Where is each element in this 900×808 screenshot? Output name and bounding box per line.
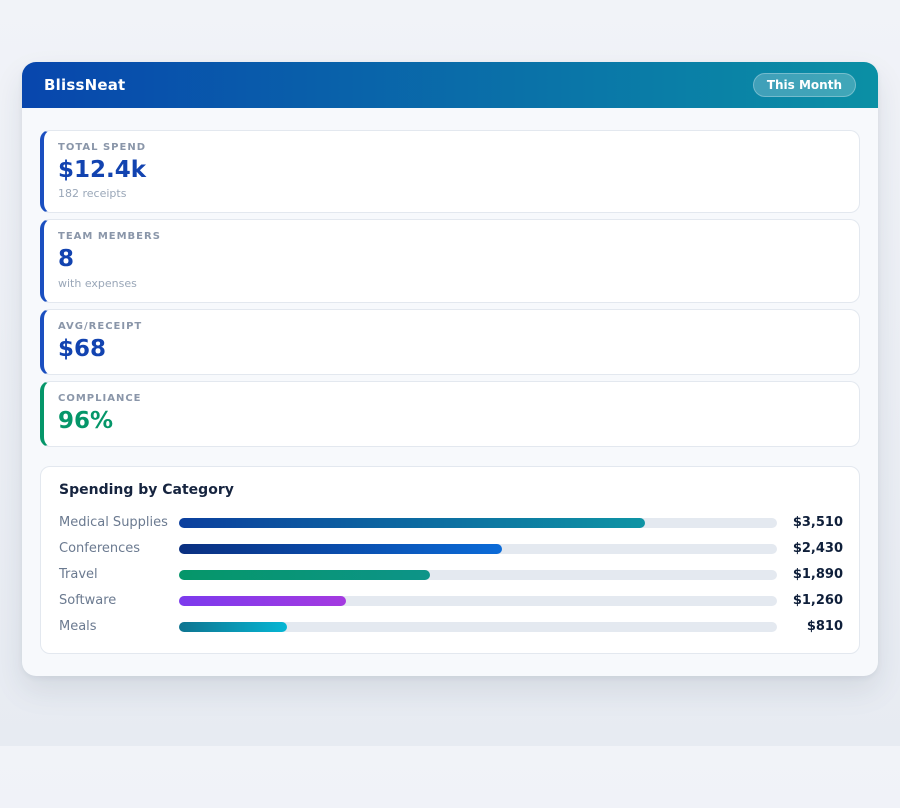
category-label: Software [59,593,171,608]
bar-fill [179,570,430,580]
stat-card-team-members: TEAM MEMBERS 8 with expenses [40,219,860,302]
app-header: BlissNeat This Month [22,62,878,108]
bar-fill [179,518,645,528]
stat-subtext: 182 receipts [58,187,841,200]
chart-row-medical-supplies: Medical Supplies $3,510 [59,515,843,530]
bar-track [179,570,777,580]
chart-row-conferences: Conferences $2,430 [59,541,843,556]
bar-track [179,544,777,554]
category-value: $1,260 [785,593,843,608]
chart-title: Spending by Category [59,482,843,498]
chart-row-software: Software $1,260 [59,593,843,608]
stat-value: $68 [58,337,841,362]
stat-subtext: with expenses [58,277,841,290]
category-label: Conferences [59,541,171,556]
period-badge[interactable]: This Month [753,73,856,97]
category-label: Medical Supplies [59,515,171,530]
dashboard-card: BlissNeat This Month TOTAL SPEND $12.4k … [22,62,878,676]
spending-by-category-card: Spending by Category Medical Supplies $3… [40,466,860,654]
stat-card-compliance: COMPLIANCE 96% [40,381,860,447]
app-title: BlissNeat [44,76,125,94]
category-label: Travel [59,567,171,582]
stat-label: COMPLIANCE [58,393,841,404]
bar-fill [179,622,287,632]
bar-track [179,596,777,606]
stat-label: TEAM MEMBERS [58,231,841,242]
category-value: $2,430 [785,541,843,556]
stat-card-total-spend: TOTAL SPEND $12.4k 182 receipts [40,130,860,213]
bar-fill [179,596,346,606]
stat-label: AVG/RECEIPT [58,321,841,332]
chart-row-travel: Travel $1,890 [59,567,843,582]
stat-value: 8 [58,247,841,272]
stat-value: $12.4k [58,158,841,183]
bar-track [179,622,777,632]
category-value: $810 [785,619,843,634]
stat-value: 96% [58,409,841,434]
chart-rows: Medical Supplies $3,510 Conferences $2,4… [59,515,843,634]
category-label: Meals [59,619,171,634]
stat-card-avg-receipt: AVG/RECEIPT $68 [40,309,860,375]
bar-fill [179,544,502,554]
stat-label: TOTAL SPEND [58,142,841,153]
bar-track [179,518,777,528]
dashboard-content: TOTAL SPEND $12.4k 182 receipts TEAM MEM… [22,108,878,676]
chart-row-meals: Meals $810 [59,619,843,634]
category-value: $1,890 [785,567,843,582]
category-value: $3,510 [785,515,843,530]
